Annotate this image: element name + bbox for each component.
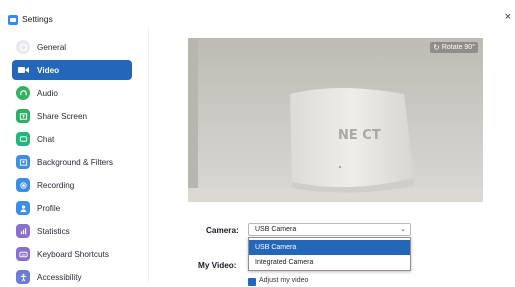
sidebar-item-chat[interactable]: Chat: [12, 129, 132, 149]
mirror-video-checkbox[interactable]: [248, 278, 256, 286]
camera-label: Camera:: [206, 226, 239, 235]
sidebar-item-share-screen[interactable]: Share Screen: [12, 106, 132, 126]
sidebar-item-label: General: [37, 42, 67, 52]
sidebar-item-label: Chat: [37, 134, 55, 144]
recording-icon: [16, 178, 30, 192]
dropdown-option-usb-camera[interactable]: USB Camera: [249, 240, 410, 255]
gear-icon: [16, 40, 30, 54]
background-icon: [16, 155, 30, 169]
rotate-label: Rotate 90°: [441, 44, 475, 51]
camera-preview-image: NE CT: [188, 38, 483, 202]
window-title: Settings: [22, 14, 53, 24]
rotate-button[interactable]: ↻ Rotate 90°: [430, 42, 478, 53]
sidebar-item-statistics[interactable]: Statistics: [12, 221, 132, 241]
sidebar-item-profile[interactable]: Profile: [12, 198, 132, 218]
camera-dropdown: USB Camera Integrated Camera: [248, 237, 411, 271]
sidebar-item-label: Audio: [37, 88, 58, 98]
video-settings-panel: NE CT ↻ Rotate 90° Camera: USB Camera ⌄ …: [149, 28, 515, 286]
sidebar-item-recording[interactable]: Recording: [12, 175, 132, 195]
sidebar-item-label: Recording: [37, 180, 75, 190]
dropdown-option-integrated-camera[interactable]: Integrated Camera: [249, 255, 410, 270]
camera-preview: NE CT ↻ Rotate 90°: [188, 38, 483, 202]
mirror-video-label: Adjust my video: [259, 277, 309, 284]
sidebar-item-label: Profile: [37, 203, 61, 213]
video-icon: [16, 63, 30, 77]
rotate-icon: ↻: [433, 43, 440, 52]
sidebar-item-video[interactable]: Video: [12, 60, 132, 80]
share-screen-icon: [16, 109, 30, 123]
sidebar-item-background-filters[interactable]: Background & Filters: [12, 152, 132, 172]
sidebar-item-label: Statistics: [37, 226, 70, 236]
camera-select-value: USB Camera: [255, 226, 297, 233]
title-bar: Settings ×: [0, 0, 515, 28]
sidebar-item-label: Share Screen: [37, 111, 88, 121]
sidebar-item-label: Keyboard Shortcuts: [37, 249, 109, 259]
chat-icon: [16, 132, 30, 146]
settings-sidebar: General Video Audio Share Screen Chat Ba…: [0, 28, 148, 284]
svg-text:NE CT: NE CT: [338, 128, 381, 143]
chevron-down-icon: ⌄: [400, 226, 406, 233]
zoom-app-icon: [8, 15, 18, 25]
keyboard-icon: [16, 247, 30, 261]
sidebar-item-audio[interactable]: Audio: [12, 83, 132, 103]
my-video-label: My Video:: [198, 261, 237, 270]
sidebar-item-general[interactable]: General: [12, 37, 132, 57]
sidebar-item-label: Video: [37, 65, 60, 75]
sidebar-item-label: Background & Filters: [37, 157, 113, 167]
sidebar-item-accessibility[interactable]: Accessibility: [12, 267, 132, 287]
sidebar-item-keyboard-shortcuts[interactable]: Keyboard Shortcuts: [12, 244, 132, 264]
profile-icon: [16, 201, 30, 215]
close-icon[interactable]: ×: [505, 11, 511, 23]
sidebar-item-label: Accessibility: [37, 272, 82, 282]
camera-select[interactable]: USB Camera ⌄: [248, 223, 411, 236]
statistics-icon: [16, 224, 30, 238]
headphones-icon: [16, 86, 30, 100]
